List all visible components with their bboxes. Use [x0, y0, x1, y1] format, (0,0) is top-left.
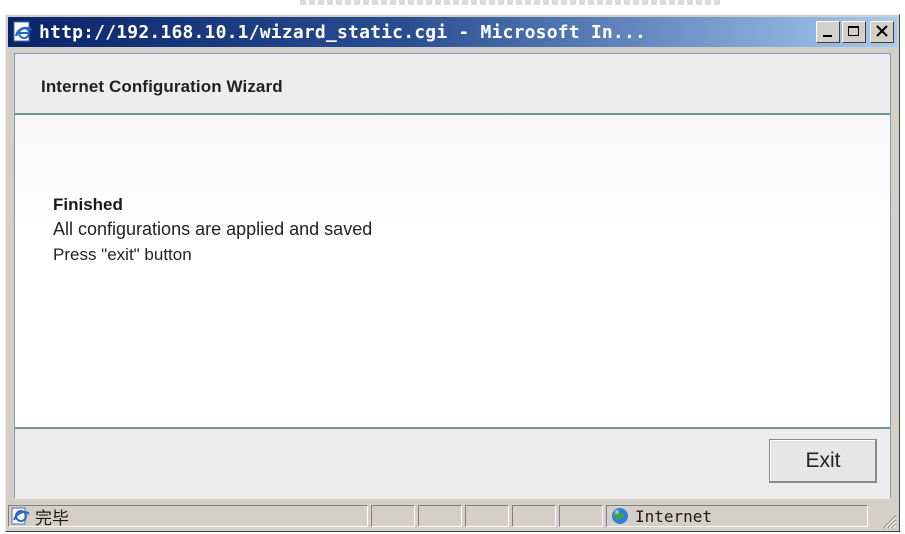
window-controls: [816, 21, 894, 43]
status-bar: 完毕 Internet: [8, 503, 897, 529]
status-pane: [512, 505, 556, 527]
security-zone[interactable]: Internet: [606, 505, 868, 527]
page-done-icon: [11, 507, 30, 525]
status-pane: [465, 505, 509, 527]
cropped-text-remnant: [300, 0, 720, 5]
status-text: 完毕: [35, 508, 69, 529]
globe-icon: [612, 508, 628, 524]
wizard-header: Internet Configuration Wizard: [15, 54, 890, 115]
minimize-icon: [823, 35, 832, 37]
browser-window: http://192.168.10.1/wizard_static.cgi - …: [5, 14, 900, 532]
status-pane: [418, 505, 462, 527]
wizard-content: Finished All configurations are applied …: [15, 115, 890, 427]
page-content-area: Internet Configuration Wizard Finished A…: [14, 53, 891, 499]
title-bar[interactable]: http://192.168.10.1/wizard_static.cgi - …: [8, 17, 897, 47]
instruction-message: Press "exit" button: [53, 245, 192, 264]
wizard-title: Internet Configuration Wizard: [41, 77, 283, 96]
finished-heading: Finished: [53, 195, 123, 214]
zone-label: Internet: [635, 506, 713, 526]
minimize-button[interactable]: [816, 21, 840, 43]
close-button[interactable]: [870, 21, 894, 43]
resize-grip-icon[interactable]: [879, 511, 897, 529]
wizard-footer: Exit: [15, 427, 890, 499]
ie-page-icon: [13, 21, 32, 42]
maximize-icon: [848, 26, 859, 36]
status-pane: [559, 505, 603, 527]
status-pane-main: 完毕: [8, 505, 368, 529]
exit-button[interactable]: Exit: [769, 439, 877, 483]
close-icon: [876, 25, 888, 37]
status-pane: [371, 505, 415, 527]
status-message: All configurations are applied and saved: [53, 219, 373, 239]
window-title: http://192.168.10.1/wizard_static.cgi - …: [39, 21, 647, 43]
maximize-button[interactable]: [842, 21, 866, 43]
